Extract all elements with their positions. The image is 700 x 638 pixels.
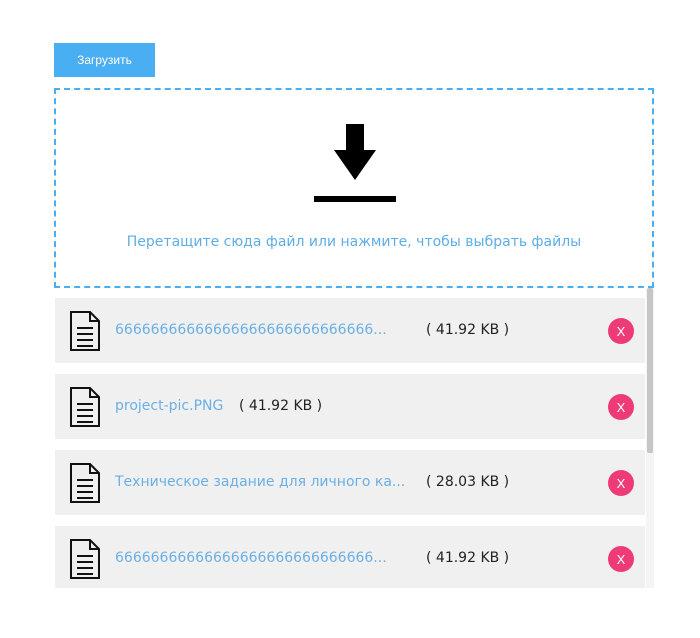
upload-button[interactable]: Загрузить — [54, 43, 155, 77]
file-name[interactable]: 66666666666666666666666666666... — [115, 550, 387, 566]
file-item: 66666666666666666666666666666... ( 41.92… — [55, 298, 645, 363]
remove-file-button[interactable]: X — [608, 394, 634, 420]
download-icon — [314, 124, 396, 202]
file-size: ( 41.92 KB ) — [426, 550, 510, 566]
file-item: Техническое задание для личного ка... ( … — [55, 450, 645, 515]
scrollbar-thumb[interactable] — [647, 288, 653, 453]
file-size: ( 41.92 KB ) — [239, 398, 323, 414]
file-item: 66666666666666666666666666666... ( 41.92… — [55, 526, 645, 588]
file-name[interactable]: Техническое задание для личного ка... — [115, 474, 405, 490]
file-size: ( 28.03 KB ) — [426, 474, 510, 490]
dropzone-hint: Перетащите сюда файл или нажмите, чтобы … — [126, 234, 582, 250]
remove-file-button[interactable]: X — [608, 546, 634, 572]
file-list-scrollbar[interactable] — [646, 288, 654, 588]
document-icon — [70, 463, 100, 503]
remove-file-button[interactable]: X — [608, 318, 634, 344]
file-name[interactable]: 66666666666666666666666666666... — [115, 322, 387, 338]
file-list: 66666666666666666666666666666... ( 41.92… — [55, 288, 655, 588]
file-dropzone[interactable]: Перетащите сюда файл или нажмите, чтобы … — [54, 88, 654, 288]
file-size: ( 41.92 KB ) — [426, 322, 510, 338]
document-icon — [70, 539, 100, 579]
file-item: project-pic.PNG ( 41.92 KB ) X — [55, 374, 645, 439]
document-icon — [70, 311, 100, 351]
file-name[interactable]: project-pic.PNG — [115, 398, 223, 414]
document-icon — [70, 387, 100, 427]
remove-file-button[interactable]: X — [608, 470, 634, 496]
